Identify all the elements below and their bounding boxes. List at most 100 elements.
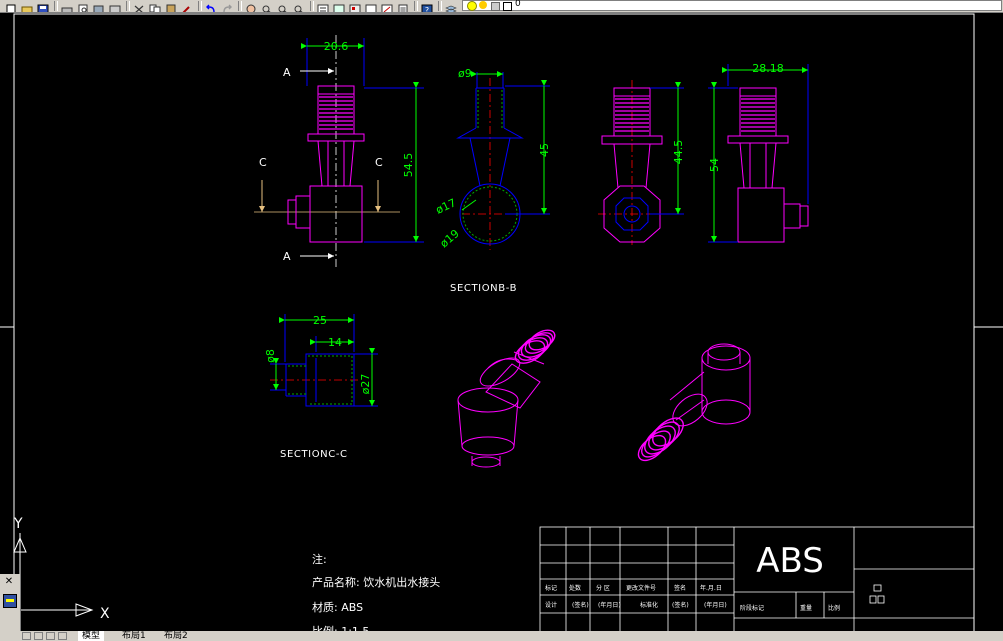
ucs-icon (13, 533, 94, 617)
ucs-y-label: Y (13, 516, 23, 532)
copy-icon[interactable] (148, 0, 162, 12)
isometric-view-1 (457, 329, 556, 468)
title-cell: 处数 (569, 584, 581, 592)
paste-icon[interactable] (164, 0, 178, 12)
dim-section-d17: ø17 (434, 196, 458, 217)
title-cell: 签名 (674, 584, 686, 592)
title-cell: 分 区 (596, 584, 610, 592)
title-glyph-icon (869, 584, 885, 604)
title-row-2: 设计 (签名) (年月日) 标准化 (签名) (年月日) (545, 601, 727, 609)
docked-palette: ✕ (0, 574, 21, 631)
dim-section-d19: ø19 (438, 227, 462, 250)
layer-dropdown[interactable]: 0 (462, 0, 1002, 11)
toolbar-separator (126, 1, 130, 11)
right-view: 28.18 54 (708, 62, 809, 243)
print-icon[interactable] (60, 0, 74, 12)
tab-model[interactable]: 模型 (78, 631, 105, 641)
title-right-labels: 阶段标记 重量 比例 (740, 604, 840, 612)
toolbar-separator (438, 1, 442, 11)
notes-material: 材质: ABS (312, 600, 363, 614)
title-cell: 重量 (800, 604, 812, 612)
panel-toggle-icon[interactable] (3, 594, 17, 608)
dim-side-height: 44.5 (672, 140, 685, 165)
notes-product: 产品名称: 饮水机出水接头 (312, 575, 440, 589)
section-c-view: 25 14 ø8 ø27 SECTIONC-C (264, 314, 378, 460)
dim-right-width: 28.18 (752, 62, 784, 75)
open-icon[interactable] (20, 0, 34, 12)
toolbar-separator (54, 1, 58, 11)
section-c-left-label: C (259, 156, 267, 169)
help-icon[interactable]: ? (420, 0, 434, 12)
tab-layout2[interactable]: 布局2 (160, 631, 192, 641)
match-properties-icon[interactable] (180, 0, 194, 12)
dim-front-width: 20.6 (324, 40, 349, 53)
cut-icon[interactable] (132, 0, 146, 12)
notes-heading: 注: (312, 552, 327, 566)
tab-layout1[interactable]: 布局1 (118, 631, 150, 641)
dim-right-height: 54 (708, 158, 721, 172)
close-icon[interactable]: ✕ (3, 576, 15, 588)
plot-icon[interactable] (108, 0, 122, 12)
dim-c-d27: ø27 (359, 374, 372, 395)
first-tab-icon[interactable] (22, 632, 31, 640)
color-swatch-icon (503, 2, 512, 11)
title-cell: (签名) (672, 601, 689, 609)
markup-icon[interactable] (380, 0, 394, 12)
dim-c-d8: ø8 (264, 349, 277, 363)
pan-icon[interactable] (244, 0, 258, 12)
section-a-bottom-label: A (283, 250, 291, 263)
layer-manager-icon[interactable] (444, 0, 458, 12)
toolbar-separator (414, 1, 418, 11)
dim-c-width: 25 (313, 314, 327, 327)
toolbar-separator (310, 1, 314, 11)
zoom-realtime-icon[interactable] (260, 0, 274, 12)
properties-icon[interactable] (316, 0, 330, 12)
toolbar-separator (238, 1, 242, 11)
title-cell: 比例 (828, 604, 840, 612)
new-icon[interactable] (4, 0, 18, 12)
sheet-set-icon[interactable] (364, 0, 378, 12)
title-cell: (年月日) (598, 601, 621, 609)
next-tab-icon[interactable] (46, 632, 55, 640)
title-row-1: 标记 处数 分 区 更改文件号 签名 年.月.日 (545, 584, 722, 592)
zoom-previous-icon[interactable] (292, 0, 306, 12)
calculator-icon[interactable] (396, 0, 410, 12)
last-tab-icon[interactable] (58, 632, 67, 640)
lightbulb-icon[interactable] (467, 1, 477, 11)
side-view: 44.5 (598, 80, 685, 245)
title-cell: 设计 (545, 601, 557, 609)
preview-icon[interactable] (76, 0, 90, 12)
section-c-caption: SECTIONC-C (280, 449, 348, 460)
toolbar-separator (198, 1, 202, 11)
sun-icon[interactable] (479, 1, 487, 9)
title-cell: 标准化 (640, 601, 658, 609)
isometric-view-2 (637, 343, 751, 462)
notes-block: 注: 产品名称: 饮水机出水接头 材质: ABS 比例: 1:1.5 (312, 552, 440, 633)
save-icon[interactable] (36, 0, 50, 12)
drawing-border (13, 13, 975, 633)
tool-palettes-icon[interactable] (348, 0, 362, 12)
design-center-icon[interactable] (332, 0, 346, 12)
title-cell: 年.月.日 (700, 584, 722, 592)
section-a-top-label: A (283, 66, 291, 79)
prev-tab-icon[interactable] (34, 632, 43, 640)
section-b-caption: SECTIONB-B (450, 283, 517, 294)
layer-name: 0 (515, 0, 521, 9)
title-cell: (签名) (572, 601, 589, 609)
dim-section-top: ø9 (458, 67, 472, 80)
layout-tabs-bar: 模型 布局1 布局2 (0, 631, 1003, 641)
dim-front-height: 54.5 (402, 153, 415, 178)
drawing-canvas[interactable]: 20.6 54.5 A A C C ø9 45 ø17 ø19 SECTIONB… (0, 12, 1003, 633)
ucs-x-label: X (100, 606, 110, 622)
dim-c-inner: 14 (328, 336, 342, 349)
lock-icon[interactable] (491, 2, 500, 11)
undo-icon[interactable] (204, 0, 218, 12)
zoom-window-icon[interactable] (276, 0, 290, 12)
section-b-view: ø9 45 ø17 ø19 SECTIONB-B (434, 67, 551, 294)
front-view: 20.6 54.5 A A C C (254, 35, 424, 268)
dim-section-height: 45 (538, 143, 551, 157)
publish-icon[interactable] (92, 0, 106, 12)
section-c-right-label: C (375, 156, 383, 169)
redo-icon[interactable] (220, 0, 234, 12)
title-cell: 更改文件号 (626, 584, 656, 592)
